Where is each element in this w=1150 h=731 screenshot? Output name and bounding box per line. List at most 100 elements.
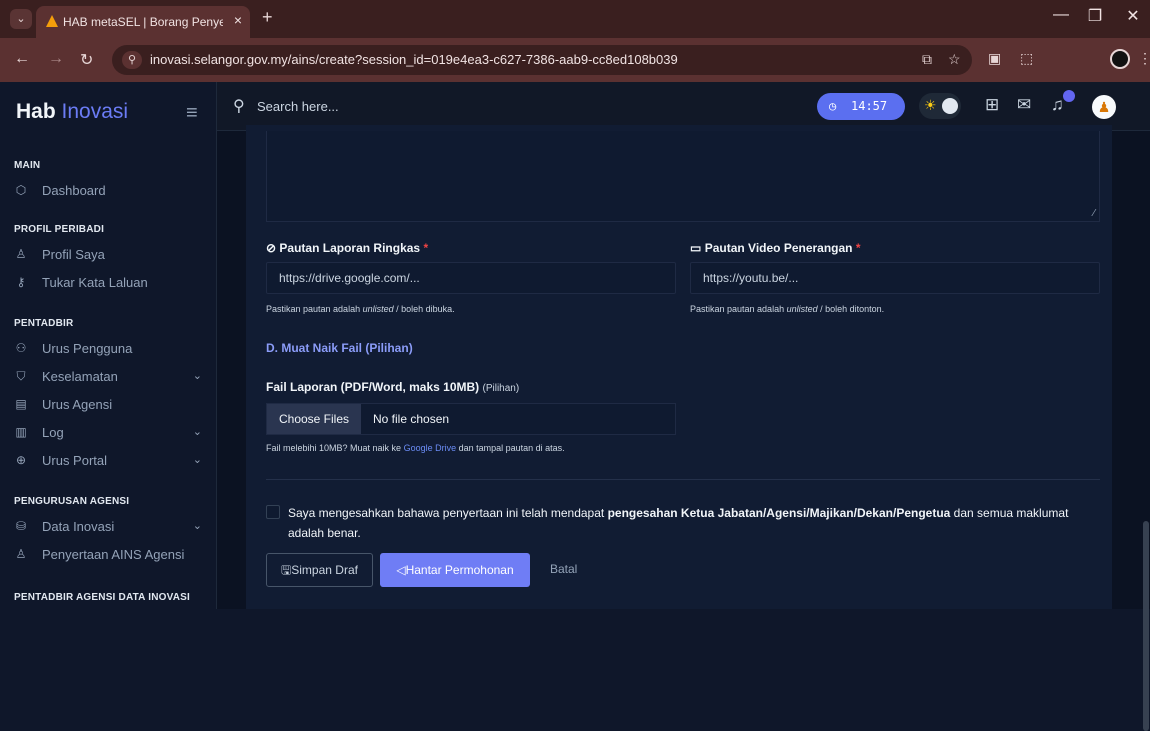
theme-toggle[interactable]: ☀ [919,93,961,119]
report-link-label: ⊘ Pautan Laporan Ringkas * [266,241,428,255]
chevron-down-icon: ⌄ [192,520,202,532]
sidebar-item-label: Urus Pengguna [42,341,133,356]
sidebar-section-profil: PROFIL PERIBADI [14,224,105,235]
close-window-icon[interactable]: ✕ [1118,6,1148,26]
sidebar-item-label: Profil Saya [42,247,105,262]
forward-icon[interactable]: → [48,50,64,68]
scrollbar[interactable] [1142,131,1150,731]
reload-icon[interactable]: ↻ [80,50,93,70]
declaration-text: Saya mengesahkan bahawa penyertaan ini t… [288,506,1069,540]
chevron-down-icon: ⌄ [192,370,202,382]
profile-avatar-icon[interactable] [1110,49,1130,69]
puzzle-icon[interactable]: ⬚ [1020,50,1033,67]
sidebar-item-log[interactable]: ▥ Log ⌄ [14,422,206,444]
sidebar-item-data-inovasi[interactable]: ⛁ Data Inovasi ⌄ [14,516,206,538]
divider [266,479,1100,480]
sidebar-item-keselamatan[interactable]: ⛉ Keselamatan ⌄ [14,366,206,388]
hamburger-icon[interactable]: ≡ [186,102,198,125]
clock-icon: ◷ [829,99,837,113]
sidebar-item-label: Urus Portal [42,453,108,468]
url-text[interactable]: inovasi.selangor.gov.my/ains/create?sess… [150,52,678,67]
declaration-checkbox[interactable] [266,505,280,519]
sidebar-item-dashboard[interactable]: ⬡ Dashboard [14,180,206,202]
file-hint: Fail melebihi 10MB? Muat naik ke Google … [266,443,565,453]
file-label: Fail Laporan (PDF/Word, maks 10MB) (Pili… [266,380,519,394]
report-link-input[interactable] [266,262,676,294]
search-input[interactable] [257,95,657,117]
sidebar-item-penyertaan-ains[interactable]: ♙ Penyertaan AINS Agensi [14,544,206,566]
google-drive-link[interactable]: Google Drive [404,443,457,453]
sidebar-item-tukar-kata-laluan[interactable]: ⚷ Tukar Kata Laluan [14,272,206,294]
tab-title: HAB metaSEL | Borang Penyertaan [63,15,223,29]
log-icon: ▥ [15,425,27,439]
clock-time: 14:57 [851,99,888,113]
resize-handle-icon[interactable]: ⁄ [1093,208,1095,219]
apps-grid-icon[interactable]: ⊞ [985,95,999,115]
chevron-down-icon: ⌄ [192,426,202,438]
minimize-icon[interactable]: — [1046,6,1076,24]
required-mark: * [423,241,429,255]
file-label-text: Fail Laporan (PDF/Word, maks 10MB) [266,380,480,394]
optional-tag: (Pilihan) [482,383,520,394]
back-icon[interactable]: ← [14,50,30,68]
main-content: ⁄ ⊘ Pautan Laporan Ringkas * Pastikan pa… [217,125,1150,609]
video-link-input[interactable] [690,262,1100,294]
key-icon: ⚷ [16,275,26,289]
sidebar-item-urus-pengguna[interactable]: ⚇ Urus Pengguna [14,338,206,360]
brand-sub: Inovasi [61,100,129,123]
cancel-button[interactable]: Batal [550,562,577,576]
video-link-label-text: Pautan Video Penerangan [704,241,853,255]
toggle-knob [942,98,958,114]
install-app-icon[interactable]: ⧉ [922,51,932,68]
video-icon: ▭ [690,241,702,255]
browser-menu-icon[interactable]: ⋮ [1138,50,1150,67]
mail-icon[interactable]: ✉ [1017,95,1031,115]
new-tab-button[interactable]: + [262,7,273,28]
sidebar-section-pentadbir: PENTADBIR [14,318,74,329]
brand-logo[interactable]: Hab Inovasi [16,100,128,124]
tab-close-icon[interactable]: × [234,12,242,28]
building-icon: ▤ [15,397,27,411]
extension-icon[interactable]: ▣ [988,50,1001,67]
description-textarea[interactable]: ⁄ [266,131,1100,222]
app-header: ⚲ ◷ 14:57 ☀ ⊞ ✉ ♫ ♟ [217,82,1150,131]
restore-icon[interactable]: ❐ [1080,6,1110,26]
chevron-down-icon: ⌄ [192,454,202,466]
avatar[interactable]: ♟ [1092,95,1116,119]
address-bar[interactable]: ⚲ inovasi.selangor.gov.my/ains/create?se… [112,45,972,75]
submit-button[interactable]: ◁Hantar Permohonan [380,553,530,587]
bell-icon[interactable]: ♫ [1051,95,1064,115]
form-card: ⁄ ⊘ Pautan Laporan Ringkas * Pastikan pa… [246,125,1112,609]
site-info-icon[interactable]: ⚲ [122,51,142,69]
globe-icon: ⊕ [15,453,27,467]
user-icon: ♙ [15,247,27,261]
scrollbar-thumb[interactable] [1143,521,1149,731]
sidebar-item-profil-saya[interactable]: ♙ Profil Saya [14,244,206,266]
bookmark-star-icon[interactable]: ☆ [948,51,961,68]
browser-tabstrip: ⌄ HAB metaSEL | Borang Penyertaan × + — … [0,0,1150,38]
sidebar-item-urus-agensi[interactable]: ▤ Urus Agensi [14,394,206,416]
sidebar-item-label: Penyertaan AINS Agensi [42,547,185,562]
video-link-hint: Pastikan pautan adalah unlisted / boleh … [690,304,885,314]
clock-badge: ◷ 14:57 [817,93,905,120]
required-mark: * [855,241,861,255]
choose-files-button[interactable]: Choose Files [267,404,361,434]
sidebar: Hab Inovasi ≡ MAIN ⬡ Dashboard PROFIL PE… [0,82,217,609]
file-upload-field[interactable]: Choose Files No file chosen [266,403,676,435]
link-icon: ⊘ [266,241,277,255]
award-icon: ♙ [15,547,27,561]
sidebar-item-label: Tukar Kata Laluan [42,275,148,290]
tab-search-button[interactable]: ⌄ [10,9,32,29]
users-icon: ⚇ [15,341,27,355]
browser-tab[interactable]: HAB metaSEL | Borang Penyertaan × [36,6,250,38]
sidebar-item-urus-portal[interactable]: ⊕ Urus Portal ⌄ [14,450,206,472]
save-icon: 🖫 [281,563,292,577]
report-link-hint: Pastikan pautan adalah unlisted / boleh … [266,304,455,314]
section-d-title: D. Muat Naik Fail (Pilihan) [266,341,413,355]
send-icon: ◁ [396,563,406,577]
favicon-icon [46,15,58,27]
sun-icon: ☀ [924,97,937,113]
save-draft-button[interactable]: 🖫Simpan Draf [266,553,373,587]
notification-badge [1063,90,1075,102]
brand-main: Hab [16,100,56,123]
